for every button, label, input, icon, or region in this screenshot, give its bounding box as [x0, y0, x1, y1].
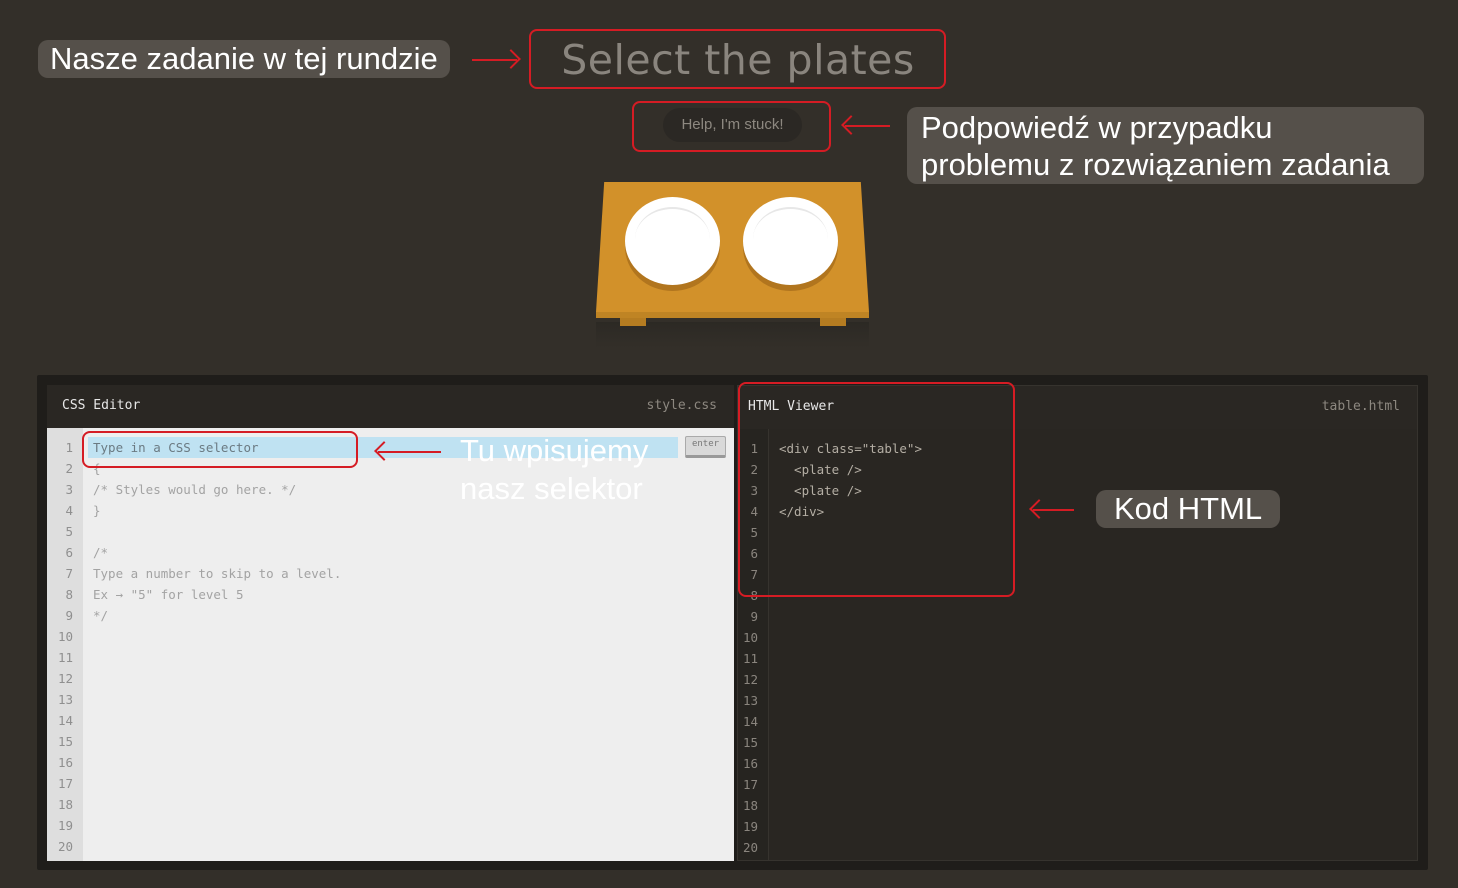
line-number: 9 — [65, 608, 73, 623]
annotation-selector: Tu wpisujemy nasz selektor — [460, 432, 700, 508]
arrow-left-icon — [1029, 498, 1074, 522]
line-number: 14 — [742, 714, 758, 729]
line-number: 20 — [57, 839, 73, 854]
line-number: 11 — [57, 650, 73, 665]
highlight-box-selector — [82, 431, 358, 468]
line-number: 7 — [65, 566, 73, 581]
line-number: 16 — [742, 756, 758, 771]
css-editor-filename: style.css — [646, 398, 717, 413]
line-number: 4 — [65, 503, 73, 518]
line-number: 16 — [57, 755, 73, 770]
arrow-left-icon — [841, 114, 890, 138]
table-leg — [620, 318, 646, 326]
css-editor-title: CSS Editor — [62, 398, 141, 413]
line-number: 9 — [750, 609, 758, 624]
line-number: 19 — [742, 819, 758, 834]
line-number: 11 — [742, 651, 758, 666]
highlight-box-help — [632, 101, 831, 152]
css-editor-header: CSS Editor style.css — [47, 385, 734, 427]
line-number: 13 — [742, 693, 758, 708]
arrow-right-icon — [472, 48, 521, 72]
line-number: 18 — [742, 798, 758, 813]
html-viewer-filename: table.html — [1321, 399, 1400, 414]
line-number: 12 — [742, 672, 758, 687]
line-number: 1 — [65, 440, 73, 455]
annotation-hint: Podpowiedź w przypadku problemu z rozwią… — [907, 107, 1424, 184]
annotation-hint-line: Podpowiedź w przypadku — [921, 110, 1273, 145]
code-line: /* Styles would go here. */ — [93, 482, 297, 497]
line-number: 5 — [65, 524, 73, 539]
line-number: 18 — [57, 797, 73, 812]
arrow-left-icon — [374, 440, 441, 464]
line-number: 17 — [742, 777, 758, 792]
annotation-hint-line: problemu z rozwiązaniem zadania — [921, 146, 1390, 182]
line-number: 14 — [57, 713, 73, 728]
annotation-html: Kod HTML — [1096, 490, 1281, 528]
line-number: 15 — [742, 735, 758, 750]
highlight-box-html — [738, 382, 1015, 597]
line-number: 6 — [65, 545, 73, 560]
game-table — [596, 182, 869, 352]
annotation-selector-line: nasz selektor — [460, 471, 643, 506]
line-number: 17 — [57, 776, 73, 791]
code-line: /* — [93, 545, 109, 560]
line-number: 10 — [742, 630, 758, 645]
code-line: */ — [93, 608, 109, 623]
line-number: 15 — [57, 734, 73, 749]
plate[interactable] — [625, 197, 720, 285]
code-line: } — [93, 503, 101, 518]
line-number: 2 — [65, 461, 73, 476]
code-line: Ex → "5" for level 5 — [93, 587, 244, 602]
line-number: 12 — [57, 671, 73, 686]
table-leg — [820, 318, 846, 326]
highlight-box-order — [529, 29, 946, 89]
css-line-numbers: 1 2 3 4 5 6 7 8 9 10 11 12 13 14 15 16 17 18 19 20 — [47, 428, 83, 861]
annotation-selector-line: Tu wpisujemy — [460, 433, 649, 468]
annotation-task: Nasze zadanie w tej rundzie — [38, 40, 450, 78]
line-number: 20 — [742, 840, 758, 855]
code-line: Type a number to skip to a level. — [93, 566, 342, 581]
line-number: 13 — [57, 692, 73, 707]
line-number: 10 — [57, 629, 73, 644]
line-number: 3 — [65, 482, 73, 497]
line-number: 8 — [65, 587, 73, 602]
plate[interactable] — [743, 197, 838, 285]
line-number: 19 — [57, 818, 73, 833]
